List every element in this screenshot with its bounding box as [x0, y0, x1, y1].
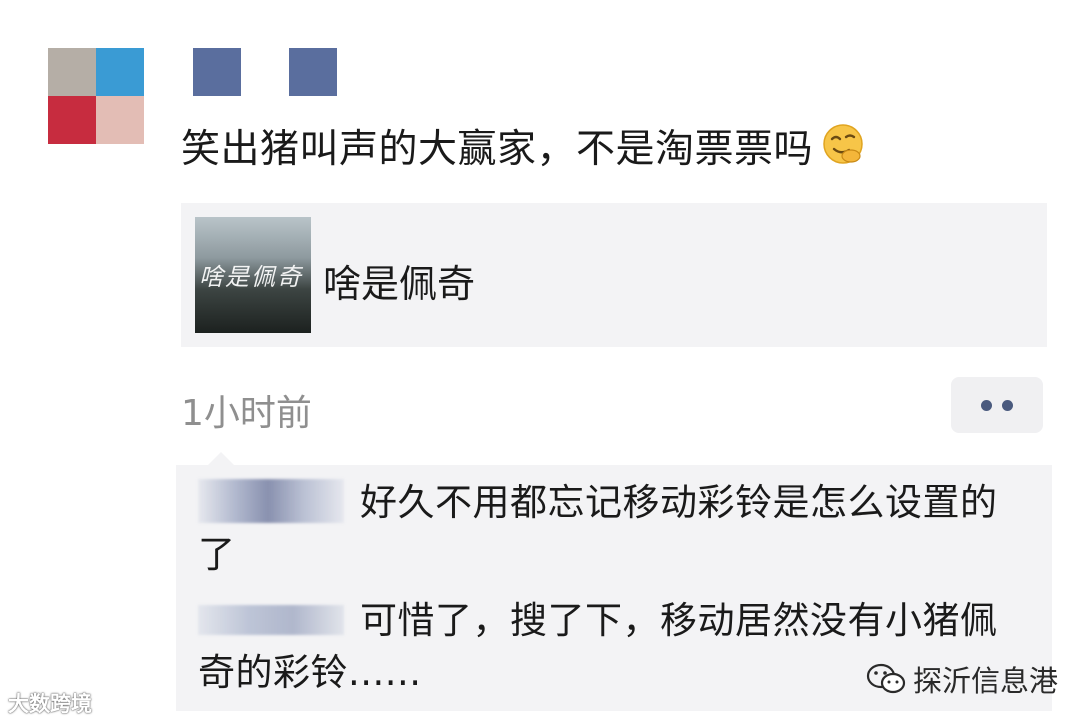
avatar-tile — [48, 48, 96, 96]
more-dots-icon — [981, 399, 992, 411]
avatar[interactable] — [48, 48, 144, 144]
commenter-name-blurred[interactable] — [198, 605, 344, 635]
more-dots-icon — [1002, 399, 1013, 411]
comment-item[interactable]: 好久不用都忘记移动彩铃是怎么设置的了 — [198, 477, 1024, 581]
watermark-right-text: 探沂信息港 — [913, 664, 1059, 698]
avatar-tile — [96, 48, 144, 96]
poster-name-censor[interactable] — [193, 48, 241, 96]
smirk-emoji-icon — [823, 124, 863, 164]
post-text-content: 笑出猪叫声的大赢家，不是淘票票吗 — [181, 127, 814, 172]
shared-link-card[interactable]: 啥是佩奇 啥是佩奇 — [181, 203, 1047, 347]
thumbnail-caption: 啥是佩奇 — [199, 263, 303, 291]
more-actions-button[interactable] — [951, 377, 1043, 433]
watermark-right: 探沂信息港 — [865, 658, 1058, 700]
wechat-icon — [866, 663, 906, 694]
watermark-left-text: 大数跨境 — [8, 692, 92, 716]
post-timestamp: 1小时前 — [181, 393, 312, 434]
comments-pointer — [208, 452, 234, 465]
link-thumbnail: 啥是佩奇 — [195, 217, 311, 333]
avatar-tile — [48, 96, 96, 144]
avatar-tile — [96, 96, 144, 144]
commenter-name-blurred[interactable] — [198, 479, 344, 523]
link-title: 啥是佩奇 — [323, 262, 476, 306]
post-text: 笑出猪叫声的大赢家，不是淘票票吗 — [181, 122, 865, 174]
watermark-left: 大数跨境 — [8, 688, 92, 718]
poster-name-censor[interactable] — [289, 48, 337, 96]
